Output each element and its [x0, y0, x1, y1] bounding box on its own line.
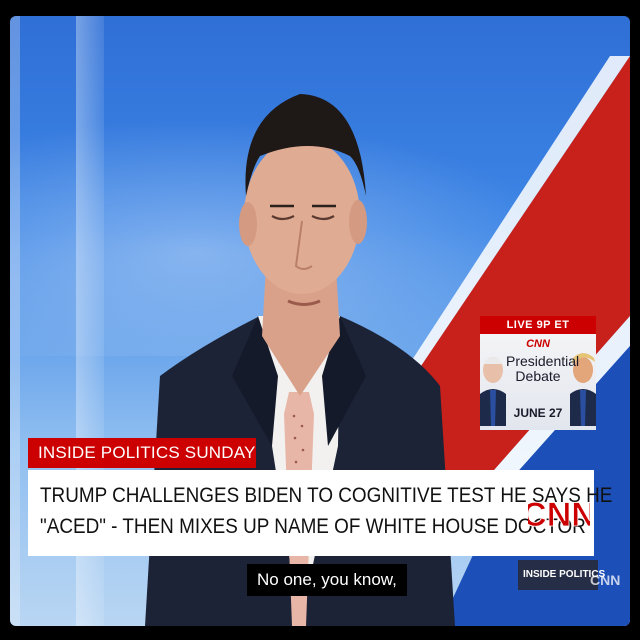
debate-promo: LIVE 9P ET CNN Presidential Debate JUNE … [480, 316, 596, 430]
headline-line-2: "ACED" - THEN MIXES UP NAME OF WHITE HOU… [40, 515, 586, 538]
promo-title-line1: Presidential [506, 353, 580, 369]
promo-network-logo: CNN [526, 338, 550, 350]
closed-caption: No one, you know, [247, 564, 407, 596]
network-bug: CNN [590, 572, 621, 588]
promo-live-label: LIVE 9P ET [480, 316, 596, 334]
show-name-tag: INSIDE POLITICS SUNDAY [28, 438, 256, 468]
candidate-right-image [570, 353, 596, 426]
promo-title-line2: Debate [515, 368, 561, 384]
headline-banner: TRUMP CHALLENGES BIDEN TO COGNITIVE TEST… [28, 470, 613, 556]
headline-line-1: TRUMP CHALLENGES BIDEN TO COGNITIVE TEST… [40, 484, 613, 507]
candidate-left-image [480, 357, 506, 426]
promo-body: CNN Presidential Debate JUNE 27 [480, 334, 596, 430]
cnn-logo: CNN [528, 496, 590, 535]
cnn-logo-text: CNN [528, 496, 590, 534]
promo-title: Presidential Debate [506, 353, 580, 384]
promo-date: JUNE 27 [513, 406, 563, 420]
show-bug: INSIDE POLITICS [518, 560, 605, 590]
